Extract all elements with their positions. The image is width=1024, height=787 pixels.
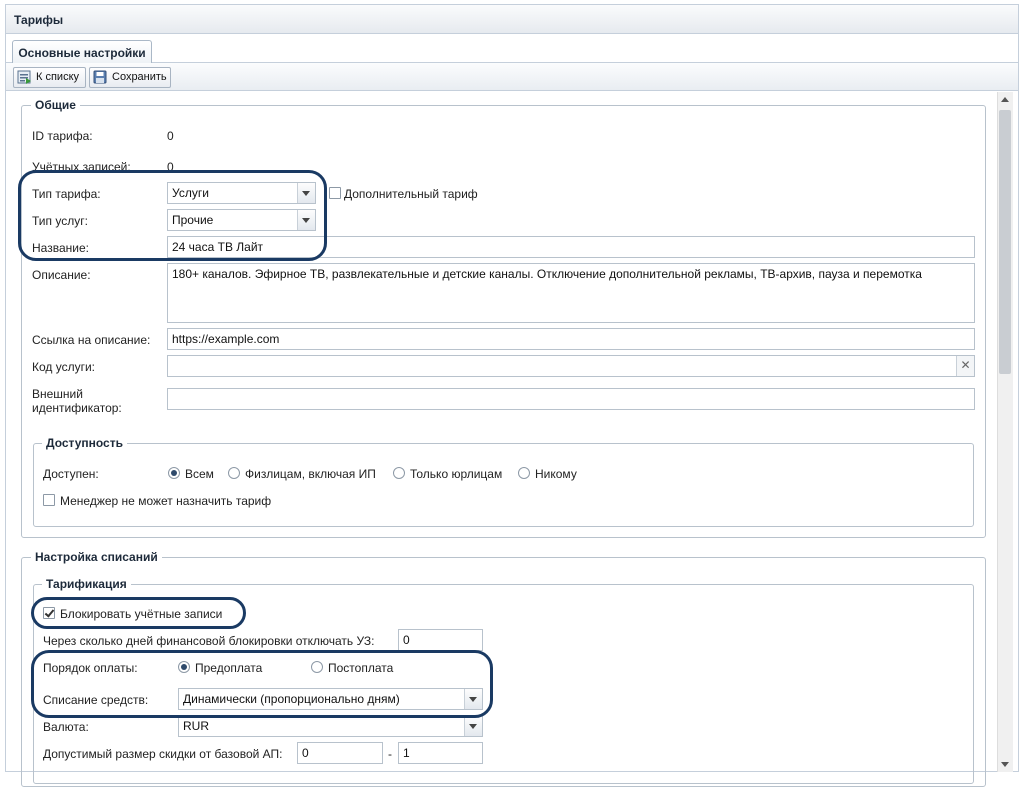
days-input[interactable]: 0 xyxy=(398,629,483,651)
additional-tariff-label: Дополнительный тариф xyxy=(344,187,478,201)
service-code-label: Код услуги: xyxy=(32,360,96,374)
accounts-label: Учётных записей: xyxy=(32,160,131,174)
discount-label: Допустимый размер скидки от базовой АП: xyxy=(43,747,283,761)
chevron-down-icon[interactable] xyxy=(464,689,482,709)
currency-select[interactable]: RUR xyxy=(178,715,483,737)
accounts-value: 0 xyxy=(167,160,174,174)
manager-cannot-assign-label: Менеджер не может назначить тариф xyxy=(60,494,272,508)
additional-tariff-checkbox[interactable] xyxy=(329,187,341,199)
tariff-type-select[interactable]: Услуги xyxy=(167,182,316,204)
radio-postpayment[interactable] xyxy=(311,661,323,673)
radio-individuals[interactable] xyxy=(228,467,240,479)
external-id-label: Внешний идентификатор: xyxy=(32,387,122,415)
link-label: Ссылка на описание: xyxy=(32,333,151,347)
service-code-input[interactable] xyxy=(167,355,975,377)
write-off-select[interactable]: Динамически (пропорционально дням) xyxy=(178,688,483,710)
available-label: Доступен: xyxy=(43,467,99,481)
chevron-down-icon[interactable] xyxy=(297,210,315,230)
radio-all-label: Всем xyxy=(185,467,214,481)
service-type-label: Тип услуг: xyxy=(32,214,88,228)
chevron-down-icon[interactable] xyxy=(464,716,482,736)
block-accounts-label: Блокировать учётные записи xyxy=(60,607,223,621)
manager-cannot-assign-checkbox[interactable] xyxy=(43,494,55,506)
to-list-label: К списку xyxy=(36,71,80,83)
tariffing-legend: Тарификация xyxy=(42,577,131,591)
tab-main-settings[interactable]: Основные настройки xyxy=(12,40,152,63)
radio-nobody[interactable] xyxy=(518,467,530,479)
currency-label: Валюта: xyxy=(43,720,89,734)
radio-prepayment-label: Предоплата xyxy=(195,661,263,675)
radio-nobody-label: Никому xyxy=(535,467,577,481)
payment-order-label: Порядок оплаты: xyxy=(43,661,138,675)
radio-legal-only-label: Только юрлицам xyxy=(410,467,503,481)
name-label: Название: xyxy=(32,241,89,255)
availability-fieldset xyxy=(33,443,974,527)
tariff-id-value: 0 xyxy=(167,129,174,143)
external-id-input[interactable] xyxy=(167,388,975,410)
general-legend: Общие xyxy=(31,98,80,112)
service-type-select[interactable]: Прочие xyxy=(167,209,316,231)
save-button[interactable]: Сохранить xyxy=(89,67,171,88)
discount-to-input[interactable]: 1 xyxy=(398,742,483,764)
scroll-down-icon[interactable] xyxy=(1001,762,1009,767)
days-label: Через сколько дней финансовой блокировки… xyxy=(43,634,375,648)
radio-legal-only[interactable] xyxy=(393,467,405,479)
name-input[interactable]: 24 часа ТВ Лайт xyxy=(167,236,975,258)
radio-prepayment[interactable] xyxy=(178,661,190,673)
discount-separator: - xyxy=(388,747,392,761)
scroll-up-icon[interactable] xyxy=(1001,97,1009,102)
service-type-value: Прочие xyxy=(172,213,214,227)
radio-postpayment-label: Постоплата xyxy=(328,661,394,675)
description-textarea[interactable]: 180+ каналов. Эфирное ТВ, развлекательны… xyxy=(167,263,975,323)
currency-value: RUR xyxy=(183,719,209,733)
radio-all[interactable] xyxy=(168,467,180,479)
tab-strip xyxy=(6,34,1018,63)
clear-icon[interactable]: ✕ xyxy=(956,356,974,376)
save-icon xyxy=(93,70,107,84)
link-input[interactable]: https://example.com xyxy=(167,328,975,350)
external-id-label-line2: идентификатор: xyxy=(32,401,122,415)
list-icon xyxy=(17,70,31,84)
write-off-value: Динамически (пропорционально дням) xyxy=(183,692,400,706)
charges-legend: Настройка списаний xyxy=(31,550,162,564)
write-off-label: Списание средств: xyxy=(43,693,149,707)
radio-individuals-label: Физлицам, включая ИП xyxy=(245,467,376,481)
tariff-type-value: Услуги xyxy=(172,186,209,200)
to-list-button[interactable]: К списку xyxy=(13,67,86,88)
discount-from-input[interactable]: 0 xyxy=(297,742,383,764)
tariff-id-label: ID тарифа: xyxy=(32,129,93,143)
block-accounts-checkbox[interactable] xyxy=(43,607,55,619)
chevron-down-icon[interactable] xyxy=(297,183,315,203)
tariff-type-label: Тип тарифа: xyxy=(32,187,101,201)
description-label: Описание: xyxy=(32,268,91,282)
save-label: Сохранить xyxy=(112,71,167,83)
scrollbar-thumb[interactable] xyxy=(999,110,1011,374)
window-title: Тарифы xyxy=(5,4,1019,34)
availability-legend: Доступность xyxy=(42,436,127,450)
external-id-label-line1: Внешний xyxy=(32,387,83,401)
